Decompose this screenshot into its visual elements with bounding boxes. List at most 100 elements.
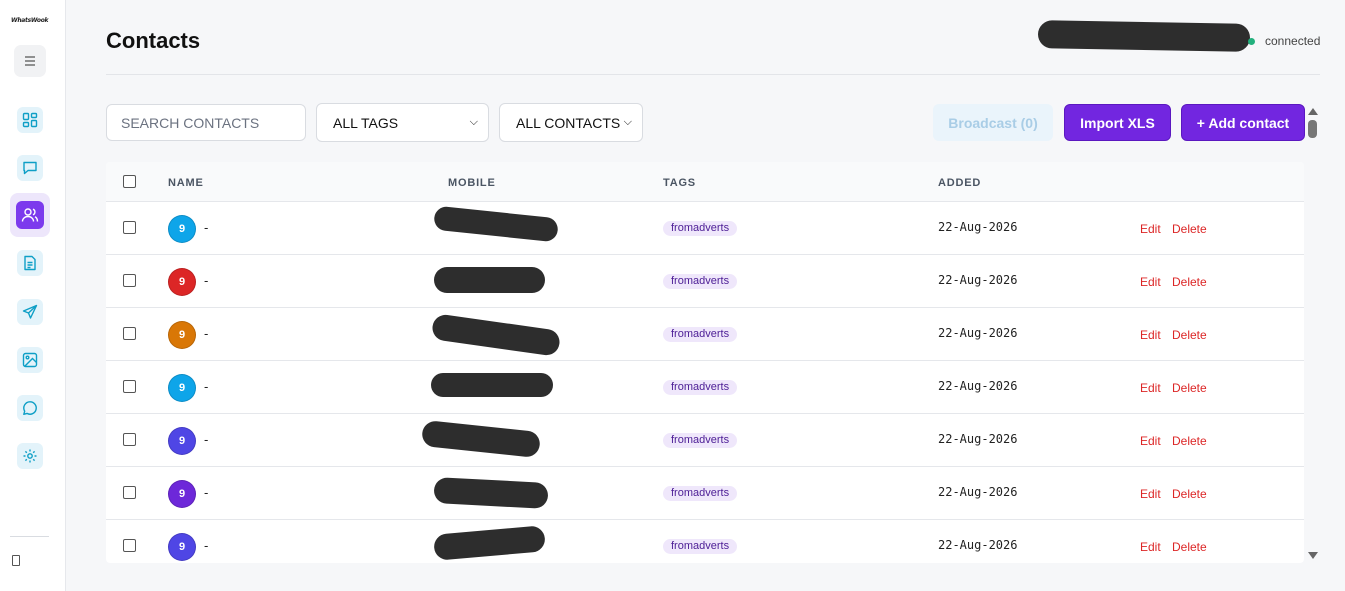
contacts-icon — [21, 208, 39, 222]
scroll-up-arrow[interactable] — [1308, 108, 1318, 115]
redacted-account-name — [1037, 20, 1251, 52]
edit-link[interactable]: Edit — [1140, 434, 1161, 448]
avatar: 9 — [168, 374, 196, 402]
redacted-mobile — [433, 477, 549, 509]
sidebar-item-dashboard[interactable] — [12, 102, 48, 138]
contact-name: - — [204, 485, 209, 500]
chat-icon — [23, 161, 37, 175]
delete-link[interactable]: Delete — [1172, 381, 1207, 395]
table-row[interactable]: 9 - fromadverts 22-Aug-2026 Edit Delete — [106, 202, 1304, 255]
delete-link[interactable]: Delete — [1172, 487, 1207, 501]
sidebar-item-chats[interactable] — [12, 150, 48, 186]
chevron-down-icon: ⌵ — [469, 116, 478, 128]
sidebar-item-contacts[interactable] — [10, 193, 50, 237]
table-row[interactable]: 9 - fromadverts 22-Aug-2026 Edit Delete — [106, 520, 1304, 563]
edit-link[interactable]: Edit — [1140, 328, 1161, 342]
settings-icon — [23, 449, 37, 463]
contact-name: - — [204, 432, 209, 447]
added-date: 22-Aug-2026 — [938, 485, 1018, 499]
added-date: 22-Aug-2026 — [938, 220, 1018, 234]
sidebar-item-templates[interactable] — [12, 245, 48, 281]
tag-badge: fromadverts — [663, 221, 738, 236]
table-row[interactable]: 9 - fromadverts 22-Aug-2026 Edit Delete — [106, 467, 1304, 520]
avatar: 9 — [168, 480, 196, 508]
row-checkbox[interactable] — [123, 221, 136, 234]
added-date: 22-Aug-2026 — [938, 432, 1018, 446]
sidebar-item-media[interactable] — [12, 342, 48, 378]
connection-status: connected — [1265, 34, 1321, 48]
redacted-mobile — [430, 313, 562, 357]
avatar: 9 — [168, 215, 196, 243]
edit-link[interactable]: Edit — [1140, 222, 1161, 236]
row-checkbox[interactable] — [123, 380, 136, 393]
avatar: 9 — [168, 533, 196, 561]
sidebar-item-messages[interactable] — [12, 390, 48, 426]
header-divider — [106, 74, 1320, 75]
tag-filter-value: ALL TAGS — [333, 114, 399, 131]
edit-link[interactable]: Edit — [1140, 275, 1161, 289]
contact-name: - — [204, 220, 209, 235]
delete-link[interactable]: Delete — [1172, 540, 1207, 554]
edit-link[interactable]: Edit — [1140, 381, 1161, 395]
redacted-mobile — [433, 525, 546, 561]
avatar: 9 — [168, 268, 196, 296]
added-date: 22-Aug-2026 — [938, 273, 1018, 287]
scroll-down-arrow[interactable] — [1308, 552, 1318, 559]
delete-link[interactable]: Delete — [1172, 328, 1207, 342]
sidebar: WhatsWook — [0, 0, 66, 591]
tag-badge: fromadverts — [663, 486, 738, 501]
added-date: 22-Aug-2026 — [938, 326, 1018, 340]
row-checkbox[interactable] — [123, 539, 136, 552]
search-input[interactable] — [106, 104, 306, 141]
row-checkbox[interactable] — [123, 327, 136, 340]
dashboard-icon — [22, 112, 38, 128]
menu-toggle-button[interactable] — [14, 45, 46, 77]
page-title: Contacts — [106, 28, 201, 53]
document-icon — [24, 255, 36, 271]
sidebar-item-settings[interactable] — [12, 438, 48, 474]
delete-link[interactable]: Delete — [1172, 434, 1207, 448]
table-header: NAME MOBILE TAGS ADDED — [106, 162, 1304, 202]
column-header-name[interactable]: NAME — [168, 177, 204, 189]
image-icon — [22, 352, 38, 368]
row-checkbox[interactable] — [123, 274, 136, 287]
avatar: 9 — [168, 427, 196, 455]
contact-name: - — [204, 273, 209, 288]
redacted-mobile — [434, 267, 545, 293]
tag-badge: fromadverts — [663, 380, 738, 395]
column-header-mobile[interactable]: MOBILE — [448, 177, 496, 189]
app-logo[interactable]: WhatsWook — [11, 17, 49, 29]
edit-link[interactable]: Edit — [1140, 487, 1161, 501]
tag-badge: fromadverts — [663, 433, 738, 448]
send-icon — [22, 304, 38, 319]
contact-filter-value: ALL CONTACTS — [516, 114, 621, 131]
tag-filter-select[interactable]: ALL TAGS ⌵ — [316, 103, 489, 142]
device-icon[interactable] — [12, 555, 20, 566]
chevron-down-icon: ⌵ — [623, 116, 632, 128]
row-checkbox[interactable] — [123, 433, 136, 446]
contact-name: - — [204, 379, 209, 394]
message-circle-icon — [23, 401, 37, 415]
row-checkbox[interactable] — [123, 486, 136, 499]
delete-link[interactable]: Delete — [1172, 275, 1207, 289]
table-row[interactable]: 9 - fromadverts 22-Aug-2026 Edit Delete — [106, 255, 1304, 308]
column-header-added[interactable]: ADDED — [938, 177, 981, 189]
contact-filter-select[interactable]: ALL CONTACTS ⌵ — [499, 103, 643, 142]
column-header-tags[interactable]: TAGS — [663, 177, 696, 189]
tag-badge: fromadverts — [663, 539, 738, 554]
hamburger-icon — [25, 56, 35, 66]
table-row[interactable]: 9 - fromadverts 22-Aug-2026 Edit Delete — [106, 414, 1304, 467]
added-date: 22-Aug-2026 — [938, 379, 1018, 393]
edit-link[interactable]: Edit — [1140, 540, 1161, 554]
add-contact-button[interactable]: + Add contact — [1181, 104, 1305, 141]
sidebar-item-broadcast[interactable] — [12, 294, 48, 330]
contact-name: - — [204, 538, 209, 553]
scrollbar-thumb[interactable] — [1308, 120, 1317, 138]
broadcast-button[interactable]: Broadcast (0) — [933, 104, 1053, 141]
import-xls-button[interactable]: Import XLS — [1064, 104, 1171, 141]
table-row[interactable]: 9 - fromadverts 22-Aug-2026 Edit Delete — [106, 308, 1304, 361]
connection-status-dot — [1248, 38, 1255, 45]
select-all-checkbox[interactable] — [123, 175, 136, 188]
delete-link[interactable]: Delete — [1172, 222, 1207, 236]
table-row[interactable]: 9 - fromadverts 22-Aug-2026 Edit Delete — [106, 361, 1304, 414]
